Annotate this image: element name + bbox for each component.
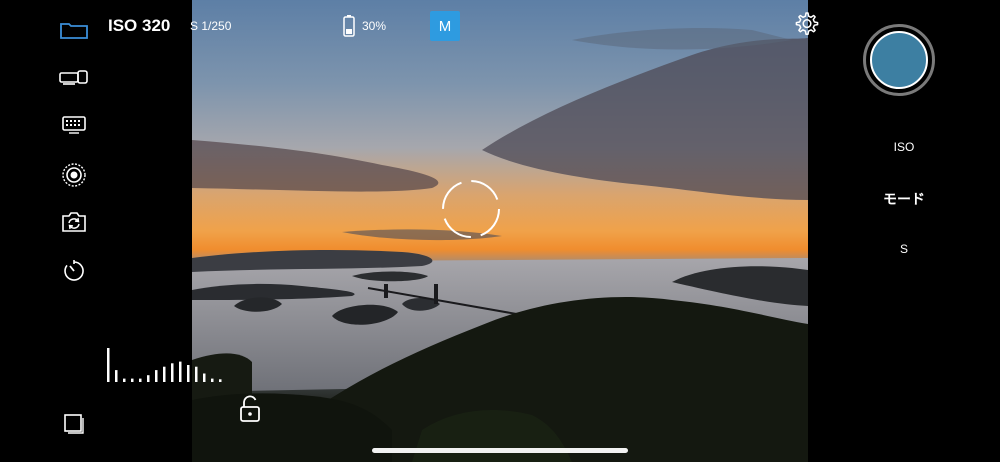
shutter-button[interactable] (863, 24, 935, 96)
audio-level-bar (147, 375, 150, 382)
shutter-speed-readout[interactable]: S 1/250 (190, 19, 231, 33)
audio-level-meter (107, 348, 222, 382)
battery-icon (343, 14, 355, 38)
audio-level-bar (163, 366, 166, 382)
audio-level-bar (187, 365, 190, 382)
home-indicator[interactable] (372, 448, 628, 453)
iso-option[interactable]: ISO (808, 140, 1000, 154)
audio-level-bar (123, 378, 126, 382)
settings-gear-icon[interactable] (792, 10, 820, 38)
left-control-bar (0, 0, 192, 462)
camera-viewfinder[interactable] (192, 0, 808, 462)
audio-level-bar (155, 370, 158, 382)
audio-level-bar (211, 378, 214, 382)
timer-icon[interactable] (62, 258, 86, 284)
focus-target-icon[interactable] (61, 162, 87, 188)
lock-icon[interactable] (238, 394, 262, 424)
audio-level-bar (203, 373, 206, 382)
manual-mode-badge[interactable]: M (430, 11, 460, 41)
audio-level-bar (107, 348, 110, 382)
audio-level-bar (115, 370, 118, 382)
gallery-icon[interactable] (63, 413, 85, 435)
mode-option[interactable]: モード (808, 189, 1000, 209)
audio-level-bar (171, 363, 174, 382)
audio-level-bar (219, 379, 222, 382)
audio-level-bar (195, 366, 198, 382)
focus-ring (442, 180, 500, 238)
lens-icon[interactable] (59, 68, 89, 86)
shutter-option[interactable]: S (808, 242, 1000, 256)
keyboard-icon[interactable] (61, 115, 87, 135)
audio-level-bar (131, 378, 134, 382)
audio-level-bar (179, 361, 182, 382)
shutter-button-fill (870, 31, 928, 89)
switch-camera-icon[interactable] (61, 210, 87, 234)
battery-percentage: 30% (362, 19, 387, 33)
iso-readout[interactable]: ISO 320 (108, 16, 170, 36)
audio-level-bar (139, 378, 142, 382)
folder-icon[interactable] (60, 20, 88, 40)
